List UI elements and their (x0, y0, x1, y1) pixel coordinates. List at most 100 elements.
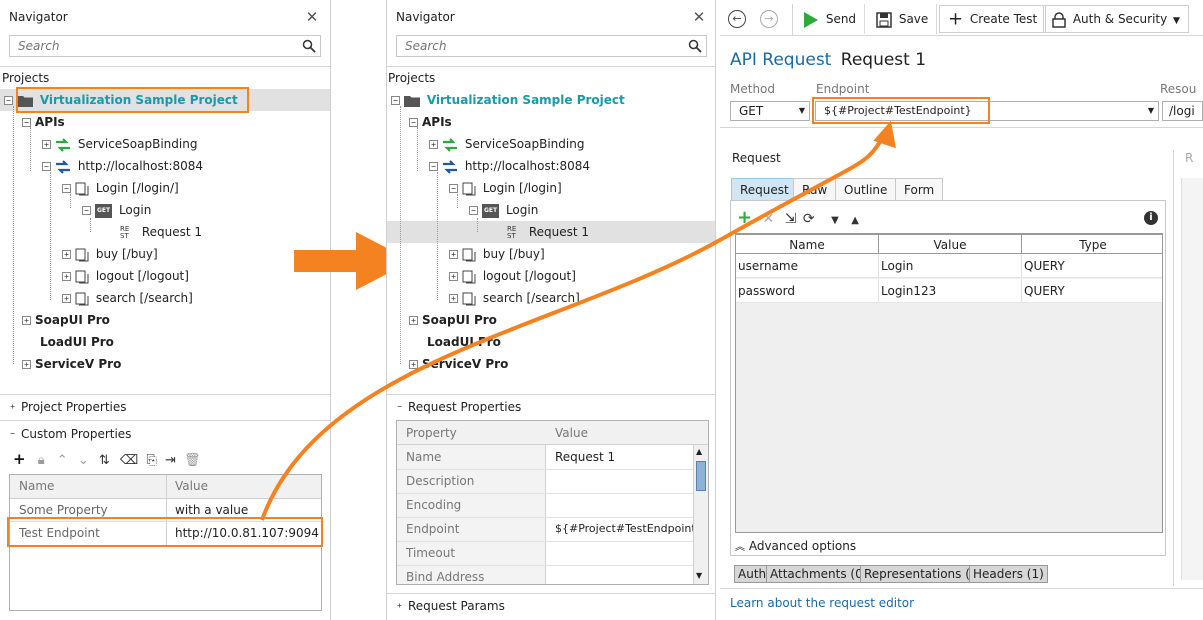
expand-icon[interactable]: + (449, 294, 458, 303)
move-up-icon[interactable]: ⌃ (57, 453, 68, 468)
props-row-value[interactable]: http://10.0.81.107:9094 (175, 526, 319, 540)
bottom-tab-auth[interactable]: Auth (734, 565, 771, 583)
params-header-value[interactable]: Value (879, 234, 1022, 254)
mid-search-box[interactable] (396, 35, 707, 57)
left-tree-apis[interactable]: − APIs (22, 112, 65, 132)
expand-icon[interactable]: + (449, 250, 458, 259)
param-name-cell[interactable]: password (736, 279, 879, 303)
left-tree-loadui[interactable]: LoadUI Pro (40, 332, 114, 352)
collapse-icon[interactable]: − (42, 162, 51, 171)
response-collapsed-pane[interactable] (1181, 178, 1203, 580)
project-properties-header[interactable]: + Project Properties (8, 400, 127, 414)
params-header-name[interactable]: Name (736, 234, 879, 254)
collapse-icon[interactable]: − (391, 96, 400, 105)
save-button[interactable]: Save (868, 4, 938, 34)
tab-form[interactable]: Form (895, 178, 944, 200)
send-button[interactable]: Send (795, 4, 866, 34)
scrollbar-thumb[interactable] (696, 461, 706, 491)
expand-icon[interactable]: + (22, 360, 31, 369)
learn-link[interactable]: Learn about the request editor (730, 596, 914, 610)
mid-tree-buy[interactable]: + buy [/buy] (449, 244, 545, 264)
import-icon[interactable]: ⎘ (146, 453, 156, 468)
left-tree-localhost[interactable]: − http://localhost:8084 (42, 156, 203, 176)
collapse-icon[interactable]: − (409, 118, 418, 127)
mid-tree-servicev[interactable]: + ServiceV Pro (409, 354, 508, 374)
left-tree-login-resource[interactable]: − Login [/login/] (62, 178, 179, 198)
resource-input[interactable]: /logi (1162, 101, 1203, 121)
remove-param-icon[interactable]: ✕ (763, 211, 775, 227)
left-search-box[interactable] (9, 35, 321, 57)
mid-tree-login-method[interactable]: − GET Login (469, 200, 538, 220)
endpoint-select[interactable]: ${#Project#TestEndpoint} ▼ (815, 101, 1159, 121)
left-close-icon[interactable]: ✕ (305, 10, 319, 25)
bottom-tab-representations[interactable]: Representations (1) (860, 565, 987, 583)
expand-icon[interactable]: + (395, 602, 404, 611)
bottom-tab-attachments[interactable]: Attachments (0) (766, 565, 872, 583)
sort-icon[interactable]: ⇅ (99, 453, 110, 468)
create-test-button[interactable]: + Create Test (939, 5, 1047, 33)
move-param-icon[interactable]: ⇲ (785, 211, 797, 227)
auth-security-button[interactable]: Auth & Security ▼ (1043, 5, 1189, 33)
props-row-value[interactable]: with a value (175, 503, 248, 517)
request-params-header[interactable]: + Request Params (395, 599, 505, 613)
scroll-down-icon[interactable]: ▼ (696, 571, 702, 580)
delete-icon[interactable]: 🗑︎ (184, 453, 201, 468)
left-tree-logout[interactable]: + logout [/logout] (62, 266, 189, 286)
export-icon[interactable]: ⇥ (165, 453, 176, 468)
left-tree-login-method[interactable]: − GET Login (82, 200, 151, 220)
move-down-icon[interactable]: ⌄ (78, 453, 89, 468)
left-tree-search[interactable]: + search [/search] (62, 288, 193, 308)
refresh-icon[interactable]: ⟳ (803, 211, 815, 227)
left-tree-soapui[interactable]: + SoapUI Pro (22, 310, 110, 330)
move-down-icon[interactable]: ▼ (831, 215, 839, 226)
left-tree-servicev[interactable]: + ServiceV Pro (22, 354, 121, 374)
collapse-icon[interactable]: − (62, 184, 71, 193)
expand-icon[interactable]: + (62, 294, 71, 303)
mid-tree-search[interactable]: + search [/search] (449, 288, 580, 308)
param-type-cell[interactable]: QUERY (1022, 279, 1162, 303)
collapse-icon[interactable]: − (82, 206, 91, 215)
forward-icon[interactable]: → (760, 10, 778, 28)
param-value-cell[interactable]: Login (879, 254, 1022, 278)
req-prop-value[interactable]: ${#Project#TestEndpoint} (555, 522, 703, 535)
param-value-cell[interactable]: Login123 (879, 279, 1022, 303)
mid-tree-login-resource[interactable]: − Login [/login] (449, 178, 562, 198)
custom-properties-header[interactable]: − Custom Properties (8, 427, 131, 441)
mid-tree-root[interactable]: − Virtualization Sample Project (391, 90, 625, 110)
mid-tree-apis[interactable]: − APIs (409, 112, 452, 132)
collapse-icon[interactable]: − (429, 162, 438, 171)
mid-close-icon[interactable]: ✕ (692, 10, 706, 25)
expand-icon[interactable]: + (409, 316, 418, 325)
mid-tree-soapui[interactable]: + SoapUI Pro (409, 310, 497, 330)
left-tree-request1[interactable]: RE ST Request 1 (120, 222, 202, 242)
add-param-icon[interactable]: + (737, 207, 752, 228)
expand-icon[interactable]: + (429, 140, 438, 149)
collapse-icon[interactable]: − (8, 430, 17, 439)
expand-icon[interactable]: + (62, 250, 71, 259)
collapse-icon[interactable]: − (22, 118, 31, 127)
clear-icon[interactable]: ⌫ (120, 453, 138, 468)
props-row-name[interactable]: Test Endpoint (19, 526, 100, 540)
lock-icon[interactable]: 🔒︎ (38, 453, 45, 468)
tab-raw[interactable]: Raw (793, 178, 837, 200)
mid-tree-service-soap[interactable]: + ServiceSoapBinding (429, 134, 584, 154)
advanced-options-toggle[interactable]: ︽ Advanced options (735, 538, 856, 553)
req-prop-value[interactable]: Request 1 (555, 450, 615, 464)
tab-request[interactable]: Request (731, 178, 798, 200)
move-up-icon[interactable]: ▲ (851, 215, 859, 226)
mid-tree-localhost[interactable]: − http://localhost:8084 (429, 156, 590, 176)
mid-tree-logout[interactable]: + logout [/logout] (449, 266, 576, 286)
mid-search-input[interactable] (397, 36, 706, 56)
info-icon[interactable]: i (1144, 211, 1158, 225)
props-row-name[interactable]: Some Property (19, 503, 108, 517)
expand-icon[interactable]: + (409, 360, 418, 369)
params-header-type[interactable]: Type (1022, 234, 1162, 254)
expand-icon[interactable]: + (22, 316, 31, 325)
method-select[interactable]: GET ▼ (730, 101, 810, 121)
back-icon[interactable]: ← (728, 10, 746, 28)
search-icon[interactable] (688, 39, 702, 53)
left-tree-root[interactable]: − Virtualization Sample Project (4, 90, 238, 110)
tab-outline[interactable]: Outline (835, 178, 897, 200)
collapse-icon[interactable]: − (449, 184, 458, 193)
param-name-cell[interactable]: username (736, 254, 879, 278)
